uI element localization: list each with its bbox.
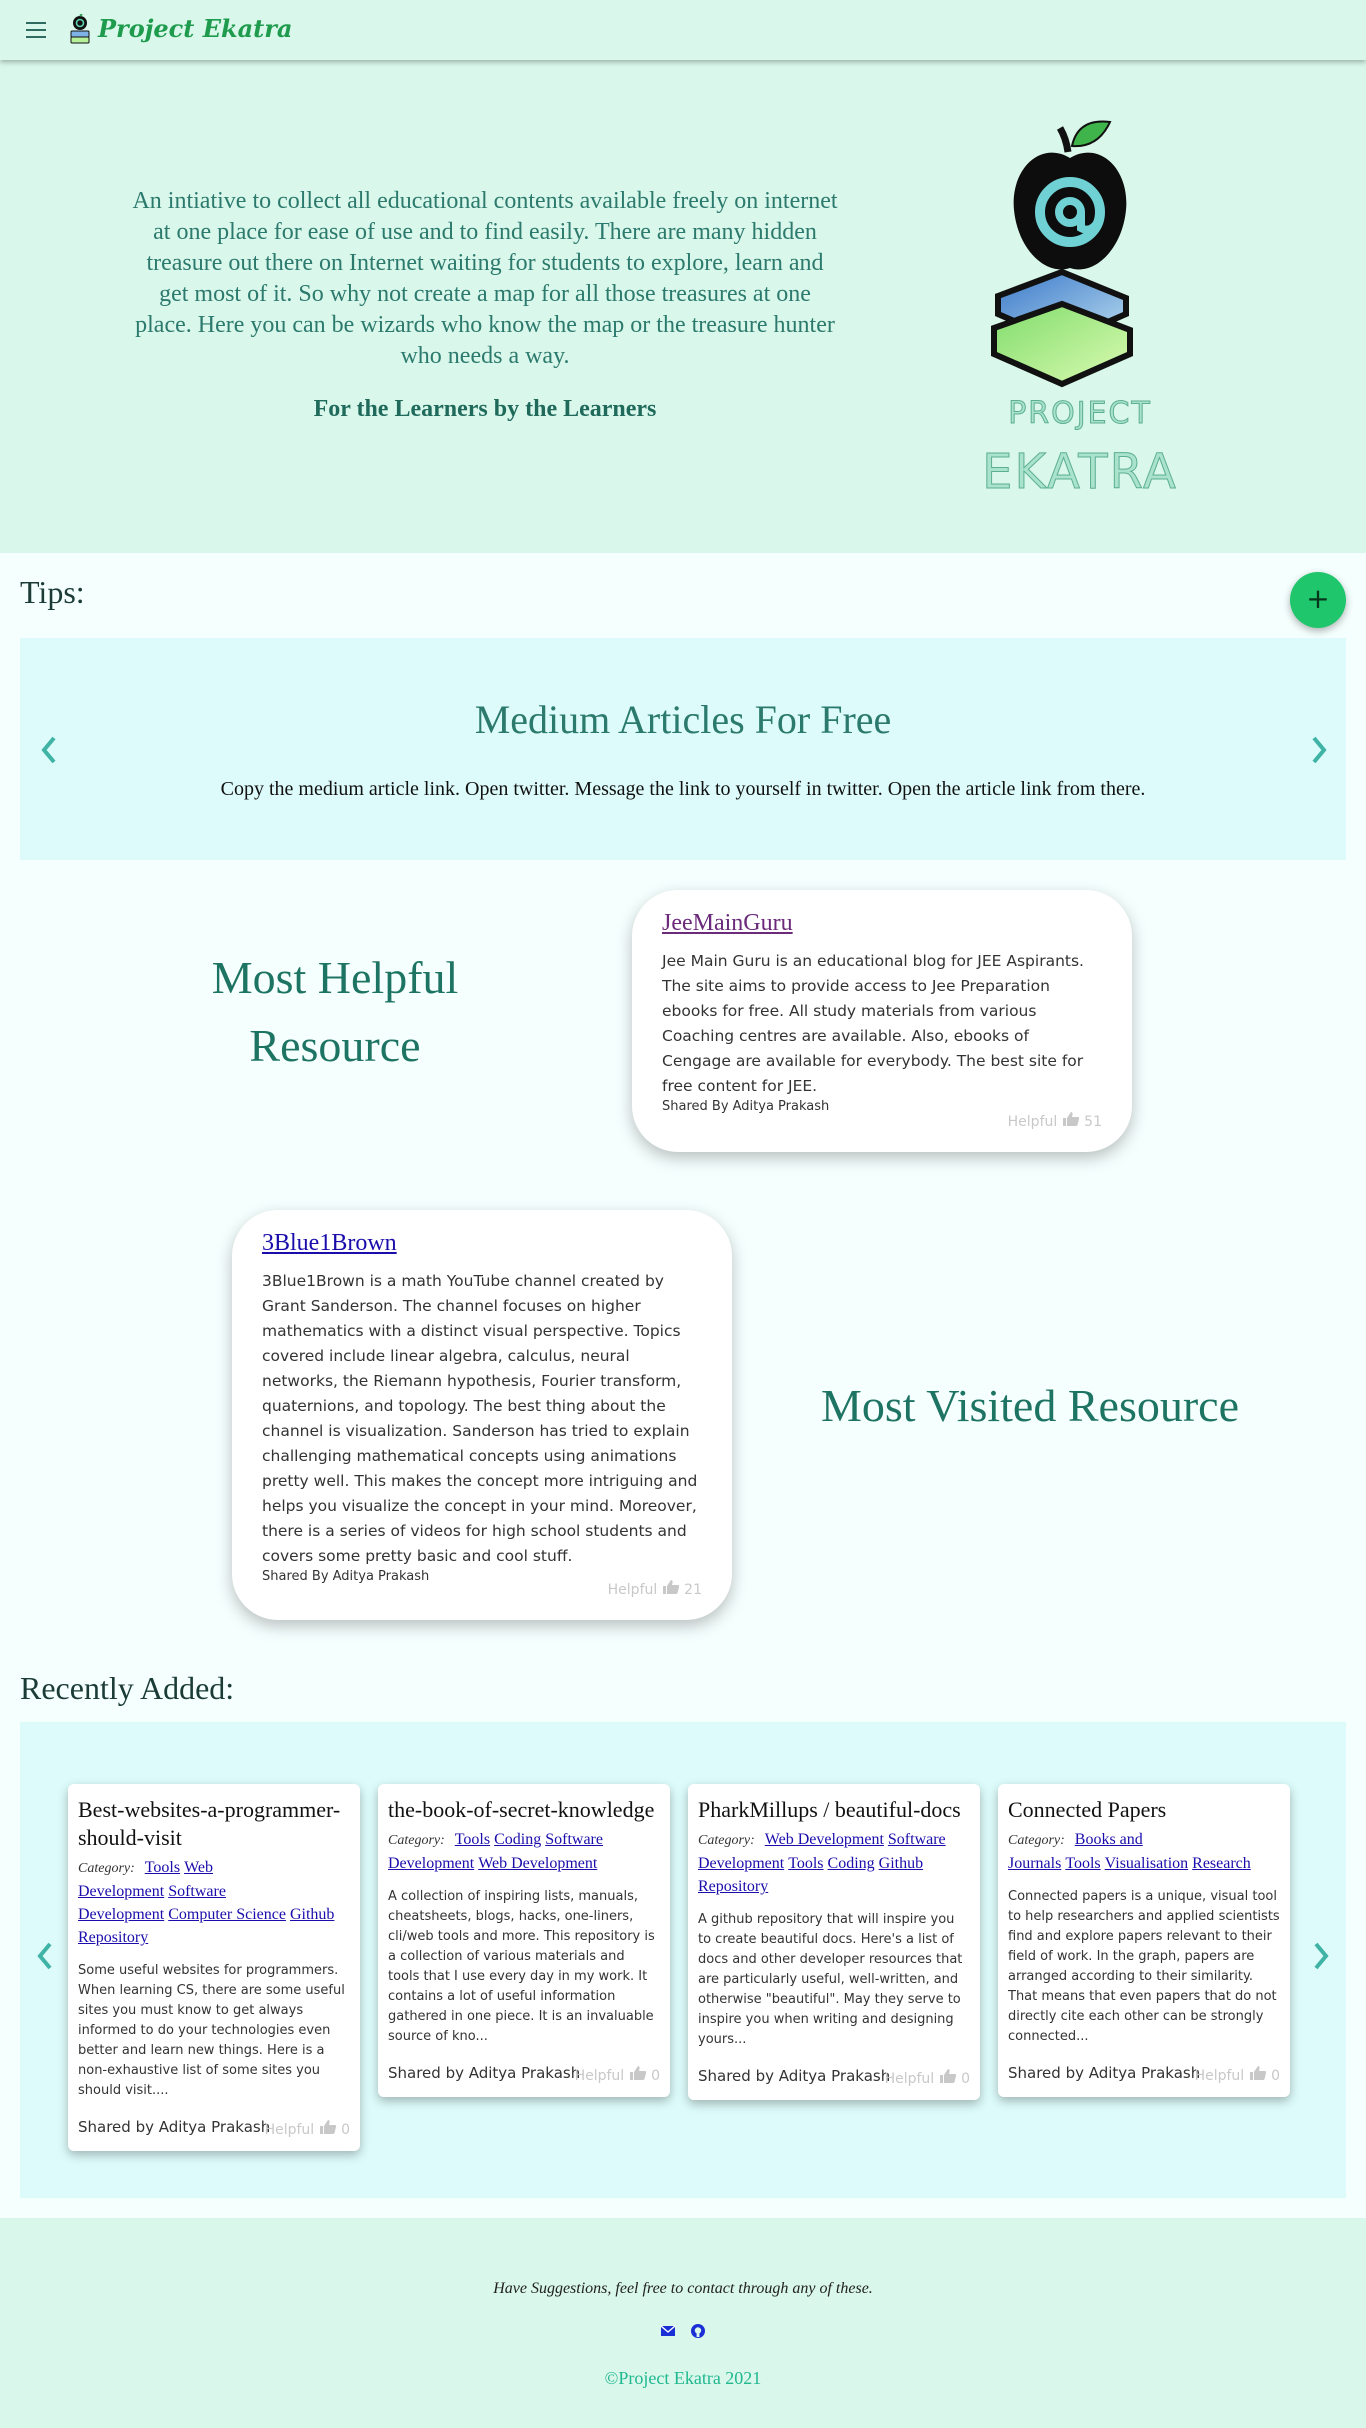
helpful-label: Helpful [574, 2068, 625, 2084]
tip-body: Copy the medium article link. Open twitt… [220, 778, 1146, 800]
resource-description: Jee Main Guru is an educational blog for… [662, 952, 1084, 1095]
card-categories: Category: Books and Journals Tools Visualis… [1008, 1828, 1280, 1875]
thumbs-up-icon[interactable] [629, 2065, 647, 2081]
card-categories: Category: Tools Coding Software Development… [388, 1828, 660, 1875]
thumbs-up-icon[interactable] [662, 1579, 680, 1595]
card-description: A collection of inspiring lists, manuals… [388, 1889, 655, 2044]
category-link[interactable]: Tools [788, 1855, 823, 1872]
most-visited-card: 3Blue1Brown 3Blue1Brown is a math YouTub… [232, 1210, 732, 1620]
thumbs-up-icon[interactable] [939, 2068, 957, 2084]
category-link[interactable]: Web Development [478, 1855, 597, 1872]
card-footer: Shared by Aditya Prakash Helpful 0 [388, 2063, 660, 2085]
navbar: Project Ekatra [0, 0, 1366, 60]
most-helpful-card: JeeMainGuru Jee Main Guru is an educatio… [632, 890, 1132, 1152]
resource-title-link[interactable]: 3Blue1Brown [262, 1230, 702, 1257]
most-visited-label: Most Visited Resource [820, 1380, 1240, 1431]
card-categories: Category: Tools Web Development Software De… [78, 1856, 350, 1949]
category-label: Category: [388, 1833, 445, 1848]
logo-icon[interactable] [68, 14, 92, 48]
logo-word-ekatra: EKATRA [982, 444, 1178, 501]
copyright: ©Project Ekatra 2021 [604, 2368, 762, 2388]
helpful-counter: Helpful 0 [265, 2119, 350, 2138]
card-title: Connected Papers [1008, 1797, 1167, 1822]
most-helpful-label-line1: Most Helpful [211, 952, 459, 1003]
thumbs-up-icon[interactable] [319, 2119, 337, 2135]
helpful-count: 0 [651, 2068, 660, 2084]
thumbs-up-icon[interactable] [1249, 2065, 1267, 2081]
card-title: PharkMillups / beautiful-docs [698, 1797, 961, 1822]
resource-description: 3Blue1Brown is a math YouTube channel cr… [262, 1272, 698, 1565]
resource-card: the-book-of-secret-knowledge Category: To… [378, 1784, 670, 2097]
helpful-count: 0 [341, 2122, 350, 2138]
footer-contact-icons [658, 2322, 718, 2342]
helpful-counter: Helpful 0 [1195, 2065, 1280, 2084]
helpful-label: Helpful [1007, 1114, 1058, 1130]
hero-tagline: For the Learners by the Learners [313, 396, 657, 422]
category-link[interactable]: Coding [494, 1831, 541, 1848]
helpful-label: Helpful [264, 2122, 315, 2138]
plus-icon: + [1306, 582, 1330, 615]
helpful-counter: Helpful 0 [575, 2065, 660, 2084]
helpful-count: 51 [1084, 1114, 1102, 1130]
shared-by: Shared by Aditya Prakash [698, 2067, 891, 2085]
github-icon[interactable] [690, 2323, 706, 2339]
most-helpful-label-line2: Resource [249, 1020, 421, 1071]
shared-by: Shared by Aditya Prakash [1008, 2064, 1201, 2082]
card-description: Some useful websites for programmers. Wh… [78, 1963, 345, 2098]
card-footer: Shared by Aditya Prakash Helpful 0 [698, 2066, 970, 2088]
card-footer: Shared by Aditya Prakash Helpful 0 [78, 2117, 350, 2139]
logo-word-project: PROJECT [1008, 396, 1152, 432]
category-label: Category: [1008, 1833, 1065, 1848]
card-description: Connected papers is a unique, visual too… [1008, 1889, 1280, 2044]
card-categories: Category: Web Development Software Develop… [698, 1828, 970, 1898]
footer: Have Suggestions, feel free to contact t… [0, 2218, 1366, 2428]
category-link[interactable]: Tools [145, 1859, 180, 1876]
category-label: Category: [78, 1861, 135, 1876]
category-link[interactable]: Coding [828, 1855, 875, 1872]
mail-icon[interactable] [660, 2324, 676, 2338]
tips-heading: Tips: [20, 574, 85, 610]
shared-by: Shared by Aditya Prakash [388, 2064, 581, 2082]
resource-card: Best-websites-a-programmer-should-visit … [68, 1784, 360, 2151]
resource-card: PharkMillups / beautiful-docs Category: W… [688, 1784, 980, 2100]
hero-section: An intiative to collect all educational … [0, 60, 1366, 553]
add-resource-button[interactable]: + [1290, 572, 1346, 628]
category-link[interactable]: Tools [1065, 1855, 1100, 1872]
helpful-count: 21 [684, 1582, 702, 1598]
card-description: A github repository that will inspire yo… [698, 1912, 963, 2047]
resource-title-link[interactable]: JeeMainGuru [662, 910, 1102, 937]
helpful-label: Helpful [1194, 2068, 1245, 2084]
card-title: the-book-of-secret-knowledge [388, 1797, 655, 1822]
footer-contact-text: Have Suggestions, feel free to contact t… [493, 2280, 873, 2297]
tip-title: Medium Articles For Free [474, 697, 892, 742]
chevron-left-icon[interactable] [32, 1938, 58, 1974]
card-footer: Shared by Aditya Prakash Helpful 0 [1008, 2063, 1280, 2085]
hero-description: An intiative to collect all educational … [132, 188, 838, 369]
helpful-label: Helpful [607, 1582, 658, 1598]
category-link[interactable]: Research [1192, 1855, 1251, 1872]
category-link[interactable]: Tools [455, 1831, 490, 1848]
category-label: Category: [698, 1833, 755, 1848]
recently-added-carousel: Best-websites-a-programmer-should-visit … [20, 1722, 1346, 2198]
helpful-label: Helpful [884, 2071, 935, 2087]
tips-carousel: Medium Articles For Free Copy the medium… [20, 638, 1346, 860]
shared-by: Shared by Aditya Prakash [78, 2118, 271, 2136]
menu-icon[interactable] [26, 22, 46, 38]
helpful-counter: Helpful 51 [1008, 1111, 1102, 1130]
thumbs-up-icon[interactable] [1062, 1111, 1080, 1127]
brand-name[interactable]: Project Ekatra [98, 14, 292, 43]
card-title: Best-websites-a-programmer-should-visit [78, 1797, 341, 1850]
category-link[interactable]: Computer Science [168, 1906, 286, 1923]
helpful-count: 0 [961, 2071, 970, 2087]
category-link[interactable]: Visualisation [1105, 1855, 1188, 1872]
category-link[interactable]: Web Development [765, 1831, 884, 1848]
helpful-count: 0 [1271, 2068, 1280, 2084]
helpful-counter: Helpful 21 [608, 1579, 702, 1598]
helpful-counter: Helpful 0 [885, 2068, 970, 2087]
chevron-right-icon[interactable] [1308, 1938, 1334, 1974]
most-helpful-label: Most Helpful Resource [130, 944, 540, 1080]
resource-card: Connected Papers Category: Books and Jour… [998, 1784, 1290, 2097]
chevron-right-icon[interactable] [1306, 732, 1332, 768]
recently-added-heading: Recently Added: [20, 1670, 235, 1706]
